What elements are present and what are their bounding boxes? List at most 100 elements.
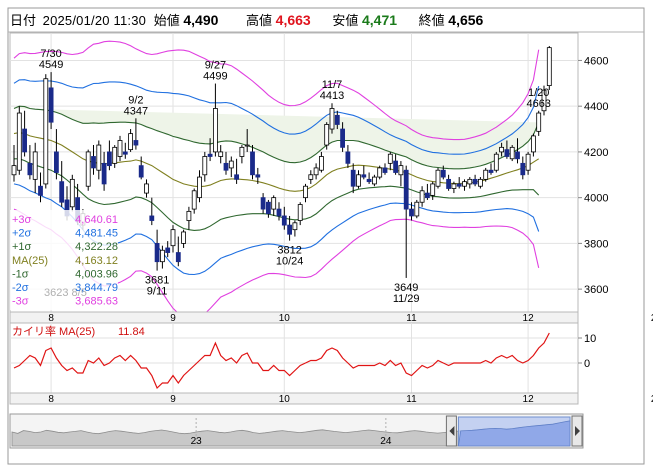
low-annotation-date: 10/24 [276,256,304,268]
candle-down [165,247,171,253]
legend-label: +3σ [12,214,32,226]
candle-up [308,174,314,180]
candle-down [223,162,229,171]
candle-down [504,149,510,157]
period-navigator[interactable]: 23 24 [9,413,584,449]
candle-down [149,215,155,221]
candle-up [313,167,319,176]
price-panel: 7/3045499/243479/27449911/74413 1/2046633… [9,32,608,320]
candle-down [38,185,43,196]
candle-down [59,181,65,203]
candle-up [43,78,49,185]
candle-up [159,249,165,263]
candle-up [536,112,542,132]
bollinger-legend: 3623 8/5+3σ 4,640.61+2σ 4,481.45+1σ 4,322.2… [10,210,118,310]
navigator-tick-label: 24 [380,436,392,447]
candle-up [239,146,245,157]
candle-down [91,156,96,169]
candle-down [101,162,107,185]
deviation-last-value: 11.84 [118,326,145,338]
legend-value: 4,640.61 [75,214,118,226]
candle-down [287,224,293,235]
candle-up [324,124,330,146]
candle-up [11,165,17,176]
deviation-title: カイリ率 MA(25) [12,324,95,338]
candle-up [387,153,393,164]
candle-up [228,160,234,169]
candle-up [509,146,515,160]
candle-down [345,151,351,164]
legend-value: 4,163.12 [75,255,118,267]
navigator-tick-label: 23 [191,436,203,447]
candle-down [27,162,33,176]
chart-window: 日付 2025/01/20 11:30 始値 4,490 高値 4,663 安値… [0,0,653,470]
navigator-right-handle[interactable] [571,415,583,447]
date-tick-label: 12 [523,313,535,324]
deviation-panel: 10 0 カイリ率 MA(25) 11.84 [9,322,596,394]
candle-up [212,108,218,153]
candle-up [181,231,187,244]
candle-up [483,169,489,180]
candle-up [377,167,383,178]
candle-down [22,128,28,153]
candle-up [419,190,425,203]
candle-up [414,201,420,217]
candle-up [398,165,404,176]
candle-down [515,151,520,160]
legend-label: -3σ [12,296,29,308]
high-annotation-value: 4499 [203,71,227,83]
price-y-tick-label: 3600 [584,284,608,296]
candle-down [424,192,430,199]
candle-down [265,201,271,215]
navigator-left-handle[interactable] [445,415,457,447]
legend-label: -2σ [12,282,29,294]
candle-up [85,151,91,187]
date-tick-label: 9 [170,394,176,405]
candle-down [366,178,372,183]
legend-value: 4,481.45 [75,228,118,240]
deviation-y-tick-label: 0 [584,358,590,370]
candle-up [451,183,457,189]
candle-down [340,128,346,148]
candle-down [409,208,414,217]
date-strip-bottom [9,392,579,405]
candle-down [207,153,213,157]
chart-canvas: 7/3045499/243479/27449911/74413 1/2046633… [7,7,653,465]
candle-down [234,174,240,180]
candle-up [531,135,536,153]
legend-label: -1σ [12,268,29,280]
candle-down [456,183,462,187]
high-annotation-value: 4413 [320,90,344,102]
candle-down [446,178,452,189]
candle-down [488,169,494,173]
high-annotation-value: 4663 [526,98,550,110]
candle-up [303,185,308,199]
candle-up [493,153,499,171]
candle-down [250,151,255,176]
legend-value: 3,844.79 [75,282,118,294]
low-annotation-date: 11/29 [393,293,420,305]
candle-down [281,215,287,226]
candle-down [361,174,367,178]
candle-down [107,151,112,167]
price-y-tick-label: 4400 [584,101,608,113]
legend-label: +2σ [12,228,32,240]
legend-value: 4,003.96 [75,268,118,280]
deviation-plot-area [9,322,579,394]
deviation-y-tick-label: 10 [584,333,596,345]
candle-up [435,169,441,187]
date-tick-label: 12 [523,394,535,405]
candle-down [122,151,128,155]
date-strip-top [9,311,579,324]
candle-up [499,146,505,153]
legend-value: 4,322.28 [75,241,118,253]
candle-up [112,146,118,164]
candle-down [440,169,446,178]
candle-up [144,183,149,194]
candle-up [96,144,102,171]
price-y-tick-label: 3800 [584,238,608,250]
candle-up [467,178,473,185]
price-y-tick-label: 4200 [584,147,608,159]
candle-down [276,208,282,217]
candle-up [271,197,277,210]
